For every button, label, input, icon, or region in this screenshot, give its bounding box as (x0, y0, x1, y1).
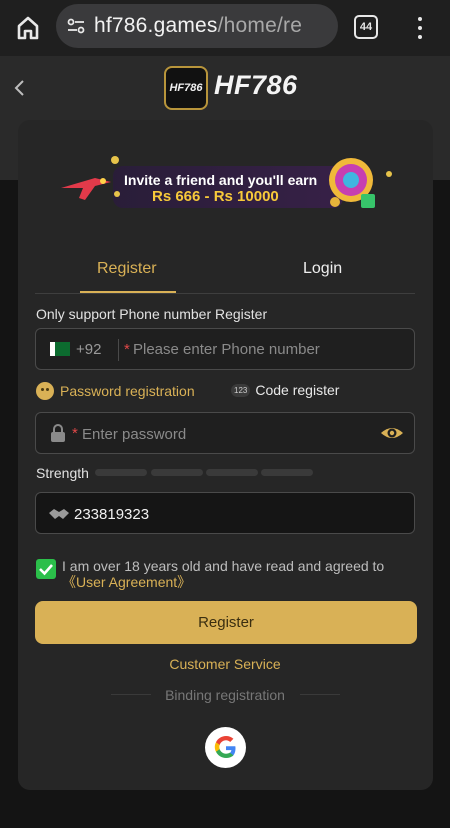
strength-segment (151, 469, 203, 476)
address-bar[interactable]: hf786.games/home/re (56, 4, 338, 48)
phone-register-note: Only support Phone number Register (36, 306, 268, 322)
tab-login[interactable]: Login (303, 260, 342, 278)
user-agreement-link[interactable]: 《User Agreement》 (62, 574, 191, 590)
register-button[interactable]: Register (35, 601, 417, 644)
logo-badge: HF786 (164, 66, 208, 110)
logo-badge-text: HF786 (169, 82, 203, 94)
invite-code-field (35, 492, 415, 534)
active-tab-indicator (80, 291, 176, 293)
logo-wordmark: HF786 (214, 70, 298, 100)
browser-toolbar: hf786.games/home/re 44 (0, 0, 450, 56)
numbers-icon: 123 (231, 383, 251, 397)
back-arrow-icon[interactable] (10, 76, 30, 100)
password-registration-label: Password registration (60, 383, 195, 399)
field-separator (118, 339, 119, 361)
strength-segment (95, 469, 147, 476)
phone-input[interactable] (133, 337, 413, 361)
phone-field: +92 * (35, 328, 415, 370)
tab-divider (35, 293, 415, 294)
agreement-text: I am over 18 years old and have read and… (62, 558, 407, 590)
more-menu-icon[interactable] (414, 14, 426, 42)
code-register-option[interactable]: 123 Code register (231, 382, 339, 398)
code-register-label: Code register (255, 382, 340, 398)
binding-registration-label: Binding registration (165, 687, 285, 703)
password-input[interactable] (82, 422, 372, 446)
password-field: * (35, 412, 415, 454)
customer-service-link[interactable]: Customer Service (0, 656, 450, 672)
airplane-icon (61, 178, 111, 200)
eye-icon[interactable] (380, 423, 404, 443)
banner-headline: Invite a friend and you'll earn (124, 172, 318, 188)
agreement-statement: I am over 18 years old and have read and… (62, 558, 385, 574)
face-icon (36, 382, 54, 400)
strength-label: Strength (36, 465, 89, 481)
lock-icon (50, 424, 66, 443)
banner-reward: Rs 666 - Rs 10000 (152, 188, 279, 205)
required-marker: * (72, 425, 78, 442)
google-icon (214, 735, 235, 758)
tab-switcher-button[interactable]: 44 (354, 15, 378, 39)
url-path: /home/re (217, 14, 303, 37)
pakistan-flag-icon[interactable] (50, 342, 70, 356)
handshake-icon (48, 504, 70, 524)
tab-count: 44 (359, 21, 373, 33)
password-registration-option[interactable]: Password registration (36, 382, 195, 400)
site-settings-icon[interactable] (66, 16, 86, 36)
url-text: hf786.games/home/re (94, 14, 330, 38)
tab-register[interactable]: Register (97, 260, 157, 278)
google-signin-button[interactable] (205, 727, 246, 768)
strength-segment (261, 469, 313, 476)
required-marker: * (124, 341, 130, 358)
dial-code[interactable]: +92 (76, 341, 101, 358)
invite-code-input[interactable] (74, 502, 394, 526)
strength-segment (206, 469, 258, 476)
url-host: hf786.games (94, 14, 218, 37)
home-icon[interactable] (12, 12, 44, 44)
agreement-checkbox[interactable] (36, 559, 56, 579)
